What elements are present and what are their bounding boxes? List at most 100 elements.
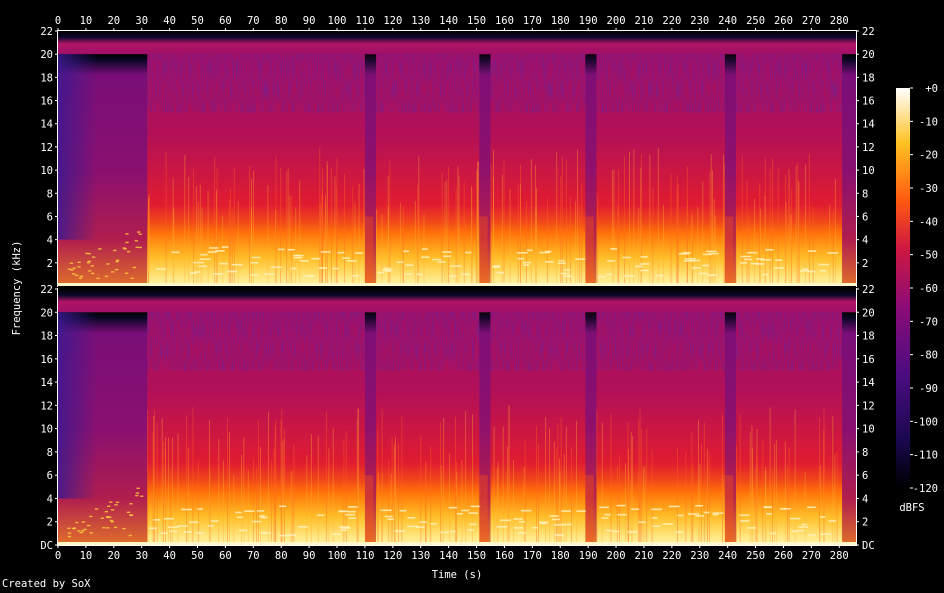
y-tick-label-left: 10 [40,424,53,436]
y-tick-label-right: 12 [862,400,875,412]
y-tick-label-left: 14 [40,377,53,389]
x-tick-label-bottom: 280 [830,550,849,562]
y-tick-label-left: 8 [47,447,53,459]
y-tick-label-left: 12 [40,142,53,154]
spectrogram-figure: 0 10 20 30 40 50 60 70 80 90 100 110 120 130 140 150 160… [11,15,938,581]
x-tick-label-bottom: 120 [383,550,402,562]
y-tick-label-right: 10 [862,424,875,436]
x-tick-label-top: 230 [690,15,709,27]
colorbar-tick-label: -100 [913,416,938,428]
y-tick-label-left: 10 [40,165,53,177]
x-tick-label-top: 160 [495,15,514,27]
x-tick-label-bottom: 30 [135,550,148,562]
x-tick-label-bottom: 230 [690,550,709,562]
hf-noise [736,54,843,113]
channel-gap [58,286,856,289]
x-tick-label-top: 40 [163,15,176,27]
x-tick-label-top: 240 [718,15,737,27]
x-tick-label-bottom: 80 [275,550,288,562]
y-tick-label-right: 16 [862,354,875,366]
y-tick-label-left: 20 [40,49,53,61]
x-tick-label-top: 20 [107,15,120,27]
colorbar-tick-label: -30 [919,183,938,195]
y-tick-label-right: 14 [862,377,875,389]
y-tick-label-left: 12 [40,400,53,412]
x-axis-top: 0 10 20 30 40 50 60 70 80 90 100 110 120 130 140 150 160… [55,15,849,31]
x-tick-label-bottom: 10 [80,550,93,562]
y-tick-label-left: 4 [47,235,53,247]
credit-text: Created by SoX [2,578,91,590]
x-tick-label-top: 260 [774,15,793,27]
x-tick-label-top: 140 [439,15,458,27]
x-tick-label-bottom: 90 [303,550,316,562]
x-tick-label-top: 90 [303,15,316,27]
colorbar-tick-label: -90 [919,383,938,395]
section-outro [842,54,856,286]
x-tick-label-top: 0 [55,15,61,27]
intro-fade [58,312,98,499]
bridge-transient [585,216,594,286]
x-tick-label-bottom: 200 [607,550,626,562]
y-tick-label-left: 4 [47,493,53,505]
x-tick-label-top: 30 [135,15,148,27]
y-tick-label-right: 2 [862,258,868,270]
colorbar-tick-label: -50 [919,250,938,262]
x-tick-label-bottom: 180 [551,550,570,562]
x-tick-label-top: 280 [830,15,849,27]
y-tick-label-right: 18 [862,331,875,343]
x-tick-label-bottom: 0 [55,550,61,562]
x-tick-label-top: 180 [551,15,570,27]
x-tick-label-bottom: 240 [718,550,737,562]
energy-band [147,481,365,545]
colorbar-tick-label: -120 [913,483,938,495]
bridge-transient [364,216,374,286]
x-tick-label-top: 200 [607,15,626,27]
y-tick-label-left: 20 [40,307,53,319]
x-tick-label-bottom: 20 [107,550,120,562]
colorbar-tick-label: -60 [919,283,938,295]
y-tick-label-right: 4 [862,493,868,505]
y-tick-label-left: 2 [47,517,53,529]
x-tick-label-top: 100 [328,15,347,27]
y-tick-label-right: 6 [862,470,868,482]
colorbar-tick-label: -40 [919,216,938,228]
y-axis-label: Frequency (kHz) [11,241,23,336]
x-tick-label-top: 190 [579,15,598,27]
y-tick-label-right: 22 [862,26,875,38]
colorbar-gradient [896,88,910,488]
y-axis-right: 222018161412108642222018161412108642DC [856,26,875,552]
y-axis-left: 222018161412108642222018161412108642DC [40,26,58,552]
x-tick-label-bottom: 190 [579,550,598,562]
bridge-transient [724,216,734,286]
y-tick-label-left: 18 [40,331,53,343]
bridge-transient [364,475,374,545]
x-tick-label-bottom: 130 [411,550,430,562]
channel-panel-bottom [58,289,856,545]
x-tick-label-top: 70 [247,15,260,27]
hf-noise [736,312,843,371]
x-tick-label-top: 150 [467,15,486,27]
colorbar-tick-label: -110 [913,450,938,462]
x-tick-label-bottom: 260 [774,550,793,562]
y-tick-label-right: 8 [862,447,868,459]
y-tick-label-left: 16 [40,96,53,108]
energy-band [147,222,365,286]
colorbar-tick-label: +0 [925,83,938,95]
colorbar-tick-label: -80 [919,350,938,362]
x-tick-label-bottom: 160 [495,550,514,562]
y-tick-label-right: 8 [862,188,868,200]
x-tick-label-bottom: 50 [191,550,204,562]
x-axis-bottom: 0 10 20 30 40 50 60 70 80 90 100 110 120 130 140 150 160… [55,545,849,562]
y-tick-label-right: 6 [862,211,868,223]
x-axis-label: Time (s) [432,569,483,581]
x-tick-label-top: 80 [275,15,288,27]
section-outro [842,312,856,545]
y-tick-label-left: 16 [40,354,53,366]
colorbar-tick-label: -70 [919,316,938,328]
colorbar-label: dBFS [899,502,924,514]
hf-noise [376,54,480,113]
x-tick-label-top: 50 [191,15,204,27]
x-tick-label-bottom: 140 [439,550,458,562]
bridge-transient [479,475,488,545]
x-tick-label-bottom: 270 [802,550,821,562]
